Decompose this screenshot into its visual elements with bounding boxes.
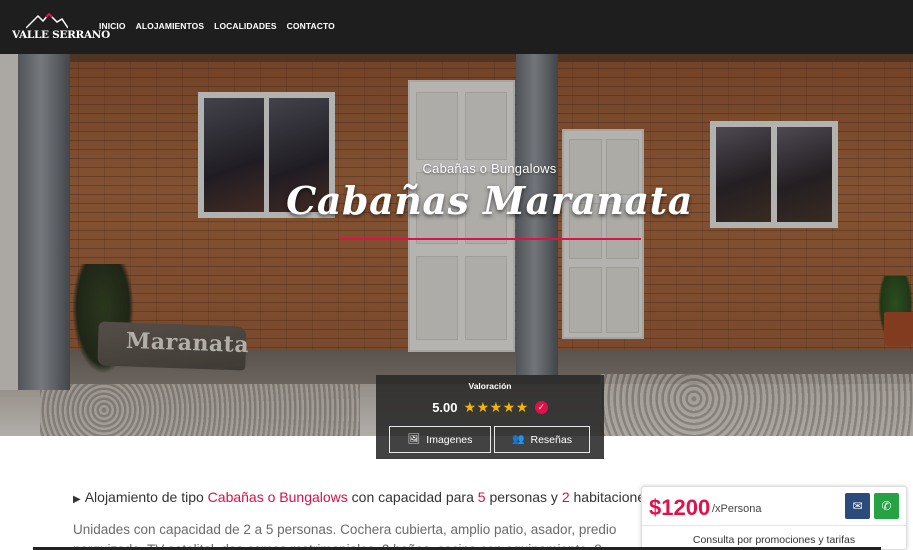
capacity-count: 5	[477, 489, 486, 505]
users-icon: 👥	[512, 434, 525, 445]
navbar: VALLE SERRANO INICIO ALOJAMIENTOS LOCALI…	[0, 0, 913, 54]
rating-title: Valoración	[468, 381, 512, 391]
promo-link[interactable]: Consulta por promociones y tarifas	[642, 534, 906, 546]
envelope-icon: ✉	[852, 499, 863, 513]
images-button[interactable]: 🖼 Imagenes	[389, 426, 491, 453]
nav-link-contacto[interactable]: CONTACTO	[287, 21, 335, 31]
nav-link-alojamientos[interactable]: ALOJAMIENTOS	[136, 21, 205, 31]
title-underline	[339, 238, 641, 240]
caret-right-icon: ▶	[73, 494, 81, 505]
rating-value: 5.00	[432, 400, 458, 415]
whatsapp-icon: ✆	[881, 499, 892, 513]
email-button[interactable]: ✉	[845, 493, 870, 519]
reviews-button[interactable]: 👥 Reseñas	[494, 426, 590, 453]
image-icon: 🖼	[407, 434, 421, 445]
accommodation-type: Cabañas o Bungalows	[207, 489, 348, 505]
main-nav: INICIO ALOJAMIENTOS LOCALIDADES CONTACTO	[99, 21, 335, 31]
page-title: Cabañas Maranata	[286, 178, 693, 223]
star-rating-icon: ★★★★★	[463, 399, 529, 415]
brand-logo[interactable]: VALLE SERRANO	[12, 13, 110, 43]
nav-link-inicio[interactable]: INICIO	[99, 21, 126, 31]
brand-name: VALLE SERRANO	[12, 29, 110, 41]
price-unit: /xPersona	[712, 503, 762, 515]
images-button-label: Imagenes	[426, 433, 473, 446]
reviews-button-label: Reseñas	[530, 433, 572, 446]
nav-link-localidades[interactable]: LOCALIDADES	[214, 21, 277, 31]
price-value: $1200	[649, 495, 711, 520]
description-line-1: Unidades con capacidad de 2 a 5 personas…	[73, 522, 617, 537]
rooms-count: 2	[561, 489, 570, 505]
whatsapp-button[interactable]: ✆	[874, 493, 899, 519]
accommodation-summary: ▶ Alojamiento de tipo Cabañas o Bungalows…	[73, 489, 653, 505]
rating-row: 5.00 ★★★★★ ✓	[376, 399, 604, 416]
verified-check-icon: ✓	[534, 401, 548, 414]
mountain-icon	[26, 13, 68, 29]
hero-subtitle: Cabañas o Bungalows	[422, 161, 557, 176]
rating-panel: Valoración 5.00 ★★★★★ ✓ 🖼 Imagenes 👥 Res…	[376, 375, 604, 459]
price-card: $1200 /xPersona ✉ ✆ Consulta por promoci…	[641, 486, 907, 550]
